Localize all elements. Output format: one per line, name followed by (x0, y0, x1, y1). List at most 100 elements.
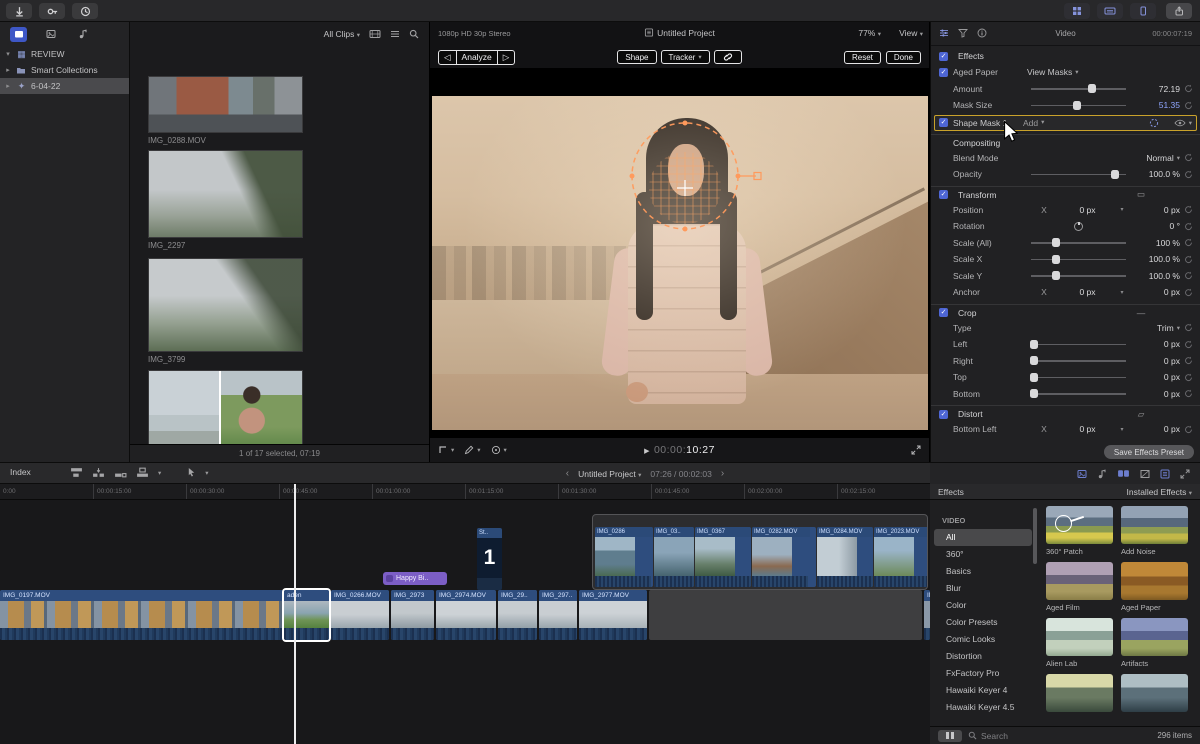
face-tracker-overlay[interactable] (432, 96, 928, 430)
sidebar-toggle-icon[interactable] (938, 730, 962, 742)
primary-clip[interactable]: IMG_2974.MOV (436, 590, 496, 640)
background-tasks-button[interactable] (72, 3, 98, 19)
effect-tile[interactable]: Add Noise (1121, 506, 1188, 556)
connected-clip[interactable]: IMG_03.. (654, 527, 694, 587)
save-effects-preset-button[interactable]: Save Effects Preset (1104, 445, 1194, 459)
music-tab-icon[interactable] (74, 27, 91, 42)
reset-icon[interactable] (1180, 340, 1196, 349)
effect-thumbnail[interactable] (1046, 562, 1113, 600)
index-button[interactable]: Index (10, 467, 31, 477)
previous-project-icon[interactable]: ‹ (566, 468, 569, 479)
bottom-left-x-value[interactable]: 0 px (1059, 424, 1116, 434)
video-frame[interactable] (432, 96, 928, 430)
installed-effects-dropdown[interactable]: Installed Effects ▾ (1127, 487, 1193, 497)
effect-tile[interactable] (1121, 674, 1188, 724)
clip-thumbnail[interactable] (148, 370, 303, 452)
reset-icon[interactable] (1180, 84, 1196, 93)
reset-icon[interactable] (1180, 323, 1196, 332)
position-x-value[interactable]: 0 px (1059, 205, 1116, 215)
next-project-icon[interactable]: › (721, 468, 724, 479)
photos-tab-icon[interactable] (42, 27, 59, 42)
chevron-down-icon[interactable]: ▾ (205, 469, 208, 477)
append-edit-icon[interactable] (114, 467, 127, 478)
effects-category[interactable]: Hawaiki Keyer 4 (934, 682, 1032, 699)
amount-slider[interactable] (1031, 81, 1126, 97)
rotation-dial[interactable] (1027, 222, 1130, 231)
timeline-ruler[interactable]: 0:0000:00:15:0000:00:30:0000:00:45:0000:… (0, 484, 930, 500)
countdown-clip[interactable]: St.. 1 (477, 528, 502, 590)
insert-edit-icon[interactable] (92, 467, 105, 478)
expand-timeline-icon[interactable] (1180, 469, 1190, 479)
crop-type-dropdown[interactable]: Trim▾ (1027, 323, 1180, 333)
checkbox-icon[interactable]: ✓ (939, 118, 948, 127)
effect-thumbnail[interactable] (1046, 674, 1113, 712)
effect-tile[interactable]: Artifacts (1121, 618, 1188, 668)
reset-icon[interactable] (1180, 238, 1196, 247)
chevron-down-icon[interactable]: ▾ (451, 446, 454, 454)
gap-clip[interactable] (649, 590, 922, 640)
effects-category[interactable]: All (934, 529, 1032, 546)
primary-clip[interactable]: IMG_0197.MOV (0, 590, 283, 640)
connected-clip[interactable]: IMG_0286 (595, 527, 653, 587)
effect-tile[interactable] (1046, 674, 1113, 724)
scale-x-slider[interactable] (1031, 251, 1126, 267)
rotation-value[interactable]: 0 ° (1130, 221, 1180, 231)
browser-clip[interactable]: IMG_0288.MOV (148, 76, 303, 145)
reset-button[interactable]: Reset (844, 51, 881, 64)
clip-filter-dropdown[interactable]: All Clips ▾ (324, 29, 360, 39)
crop-left-slider[interactable] (1031, 336, 1126, 352)
crop-right-slider[interactable] (1031, 353, 1126, 369)
analyze-control[interactable]: ◁ Analyze ▷ (438, 50, 515, 65)
reset-icon[interactable] (1180, 255, 1196, 264)
workspace-grid-button[interactable] (1064, 3, 1090, 19)
disclosure-open-icon[interactable]: ▾ (4, 50, 12, 58)
amount-value[interactable]: 72.19 (1130, 84, 1180, 94)
effects-category[interactable]: Comic Looks (934, 631, 1032, 648)
view-dropdown[interactable]: View ▾ (899, 28, 923, 38)
analyze-forward-icon[interactable]: ▷ (497, 51, 515, 64)
crop-right-value[interactable]: 0 px (1130, 356, 1180, 366)
effect-tile[interactable]: Alien Lab (1046, 618, 1113, 668)
sidebar-item-event[interactable]: ▸ ✦ 6-04-22 (0, 78, 129, 94)
effects-category[interactable]: Blur (934, 580, 1032, 597)
primary-clip[interactable]: IMG_297.. (539, 590, 577, 640)
reset-icon[interactable] (1180, 389, 1196, 398)
view-masks-dropdown[interactable]: View Masks▾ (1027, 67, 1196, 77)
clip-thumbnail[interactable] (148, 76, 303, 133)
connected-clip[interactable]: IMG_2023.MOV (874, 527, 928, 587)
primary-clip[interactable]: IMG_2977.MOV (579, 590, 647, 640)
sidebar-item-smart-collections[interactable]: ▸ Smart Collections (0, 62, 129, 78)
effects-category[interactable]: Color (934, 597, 1032, 614)
crop-top-value[interactable]: 0 px (1130, 372, 1180, 382)
crop-top-slider[interactable] (1031, 369, 1126, 385)
shape-button[interactable]: Shape (617, 50, 656, 64)
effects-category[interactable]: Color Presets (934, 614, 1032, 631)
reset-icon[interactable] (1180, 101, 1196, 110)
scale-y-value[interactable]: 100.0 % (1130, 271, 1180, 281)
reset-icon[interactable] (1180, 288, 1196, 297)
download-button[interactable] (6, 3, 32, 19)
reset-icon[interactable] (1180, 205, 1196, 214)
eye-icon[interactable] (1174, 119, 1186, 127)
photos-browser-icon[interactable] (1077, 469, 1087, 479)
reset-icon[interactable] (1180, 153, 1196, 162)
effect-thumbnail[interactable] (1121, 674, 1188, 712)
mask-size-value[interactable]: 51.35 (1130, 100, 1180, 110)
audio-browser-icon[interactable] (1097, 469, 1107, 479)
done-button[interactable]: Done (886, 51, 921, 64)
workspace-phone-button[interactable] (1130, 3, 1156, 19)
title-clip[interactable]: Happy Bi.. (383, 572, 447, 585)
chevron-down-icon[interactable]: ▾ (1189, 119, 1192, 127)
reset-icon[interactable] (1180, 356, 1196, 365)
scale-x-value[interactable]: 100.0 % (1130, 254, 1180, 264)
chevron-down-icon[interactable]: ▾ (1116, 206, 1128, 213)
primary-clip[interactable]: IMG_29.. (498, 590, 537, 640)
checkbox-icon[interactable]: ✓ (939, 190, 948, 199)
workspace-keyboard-button[interactable] (1097, 3, 1123, 19)
playhead[interactable] (294, 484, 296, 744)
effect-tile[interactable]: Aged Paper (1121, 562, 1188, 612)
chevron-down-icon[interactable]: ▾ (504, 446, 507, 454)
effects-browser-icon[interactable] (1117, 468, 1130, 479)
tracker-dropdown[interactable]: Tracker ▾ (661, 50, 710, 64)
scale-y-slider[interactable] (1031, 268, 1126, 284)
